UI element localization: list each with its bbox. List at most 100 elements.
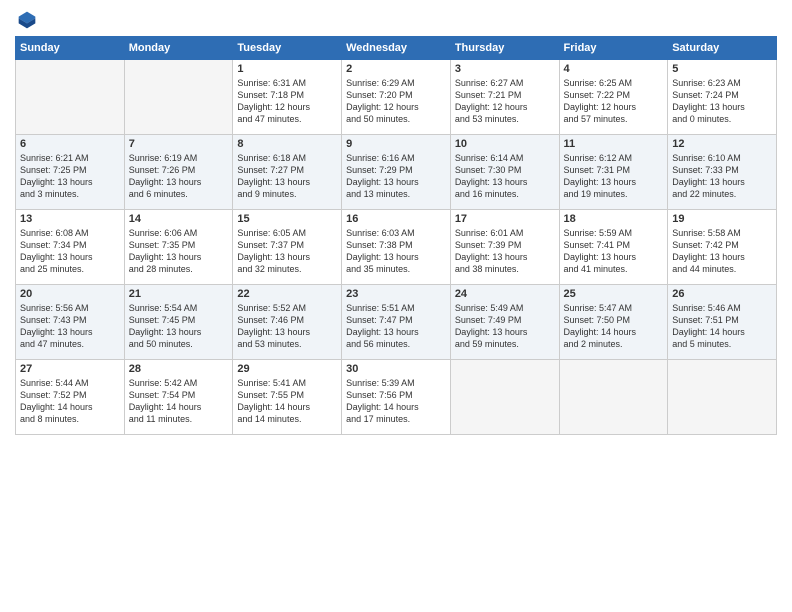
day-number: 11 (564, 138, 664, 150)
day-number: 14 (129, 213, 229, 225)
day-info: Sunrise: 6:08 AMSunset: 7:34 PMDaylight:… (20, 227, 120, 276)
day-info: Sunrise: 6:25 AMSunset: 7:22 PMDaylight:… (564, 77, 664, 126)
calendar-cell: 2 Sunrise: 6:29 AMSunset: 7:20 PMDaylight… (342, 60, 451, 135)
day-number: 7 (129, 138, 229, 150)
calendar-cell: 23Sunrise: 5:51 AMSunset: 7:47 PMDayligh… (342, 285, 451, 360)
day-info: Sunrise: 6:21 AMSunset: 7:25 PMDaylight:… (20, 152, 120, 201)
calendar-week-3: 13 Sunrise: 6:08 AMSunset: 7:34 PMDayligh… (16, 210, 777, 285)
day-info: Sunrise: 5:39 AMSunset: 7:56 PMDaylight:… (346, 377, 446, 426)
day-number: 28 (129, 363, 229, 375)
day-number: 24 (455, 288, 555, 300)
calendar-cell: 13 Sunrise: 6:08 AMSunset: 7:34 PMDayligh… (16, 210, 125, 285)
day-number: 6 (20, 138, 120, 150)
day-info: Sunrise: 5:52 AMSunset: 7:46 PMDaylight:… (237, 302, 337, 351)
day-info: Sunrise: 5:56 AMSunset: 7:43 PMDaylight:… (20, 302, 120, 351)
calendar-cell: 19 Sunrise: 5:58 AMSunset: 7:42 PMDayligh… (668, 210, 777, 285)
day-info: Sunrise: 6:01 AMSunset: 7:39 PMDaylight:… (455, 227, 555, 276)
day-number: 12 (672, 138, 772, 150)
weekday-header-row: SundayMondayTuesdayWednesdayThursdayFrid… (16, 37, 777, 60)
day-info: Sunrise: 5:51 AMSunset: 7:47 PMDaylight:… (346, 302, 446, 351)
day-number: 15 (237, 213, 337, 225)
day-number: 21 (129, 288, 229, 300)
day-info: Sunrise: 5:54 AMSunset: 7:45 PMDaylight:… (129, 302, 229, 351)
day-info: Sunrise: 5:49 AMSunset: 7:49 PMDaylight:… (455, 302, 555, 351)
day-info: Sunrise: 6:19 AMSunset: 7:26 PMDaylight:… (129, 152, 229, 201)
day-number: 18 (564, 213, 664, 225)
calendar-cell: 6 Sunrise: 6:21 AMSunset: 7:25 PMDaylight… (16, 135, 125, 210)
day-info: Sunrise: 5:46 AMSunset: 7:51 PMDaylight:… (672, 302, 772, 351)
header (15, 10, 777, 28)
day-number: 5 (672, 63, 772, 75)
weekday-header-saturday: Saturday (668, 37, 777, 60)
day-number: 16 (346, 213, 446, 225)
calendar-cell: 14 Sunrise: 6:06 AMSunset: 7:35 PMDayligh… (124, 210, 233, 285)
day-number: 4 (564, 63, 664, 75)
day-info: Sunrise: 6:05 AMSunset: 7:37 PMDaylight:… (237, 227, 337, 276)
calendar-cell: 9 Sunrise: 6:16 AMSunset: 7:29 PMDaylight… (342, 135, 451, 210)
calendar-week-2: 6 Sunrise: 6:21 AMSunset: 7:25 PMDaylight… (16, 135, 777, 210)
calendar-cell (559, 360, 668, 435)
calendar-cell: 8 Sunrise: 6:18 AMSunset: 7:27 PMDaylight… (233, 135, 342, 210)
calendar-cell: 1 Sunrise: 6:31 AMSunset: 7:18 PMDaylight… (233, 60, 342, 135)
page: SundayMondayTuesdayWednesdayThursdayFrid… (0, 0, 792, 612)
day-info: Sunrise: 6:12 AMSunset: 7:31 PMDaylight:… (564, 152, 664, 201)
day-number: 9 (346, 138, 446, 150)
day-number: 8 (237, 138, 337, 150)
day-info: Sunrise: 5:58 AMSunset: 7:42 PMDaylight:… (672, 227, 772, 276)
day-info: Sunrise: 5:44 AMSunset: 7:52 PMDaylight:… (20, 377, 120, 426)
calendar-week-4: 20 Sunrise: 5:56 AMSunset: 7:43 PMDayligh… (16, 285, 777, 360)
day-info: Sunrise: 5:41 AMSunset: 7:55 PMDaylight:… (237, 377, 337, 426)
day-number: 19 (672, 213, 772, 225)
day-info: Sunrise: 6:06 AMSunset: 7:35 PMDaylight:… (129, 227, 229, 276)
day-number: 13 (20, 213, 120, 225)
day-info: Sunrise: 5:47 AMSunset: 7:50 PMDaylight:… (564, 302, 664, 351)
calendar-cell: 3 Sunrise: 6:27 AMSunset: 7:21 PMDaylight… (450, 60, 559, 135)
day-info: Sunrise: 6:03 AMSunset: 7:38 PMDaylight:… (346, 227, 446, 276)
day-number: 27 (20, 363, 120, 375)
day-number: 25 (564, 288, 664, 300)
day-number: 10 (455, 138, 555, 150)
logo-icon (17, 10, 37, 30)
calendar-cell: 4 Sunrise: 6:25 AMSunset: 7:22 PMDaylight… (559, 60, 668, 135)
day-number: 29 (237, 363, 337, 375)
day-info: Sunrise: 5:42 AMSunset: 7:54 PMDaylight:… (129, 377, 229, 426)
day-number: 2 (346, 63, 446, 75)
calendar-cell: 17Sunrise: 6:01 AMSunset: 7:39 PMDayligh… (450, 210, 559, 285)
weekday-header-sunday: Sunday (16, 37, 125, 60)
calendar-cell: 16 Sunrise: 6:03 AMSunset: 7:38 PMDayligh… (342, 210, 451, 285)
calendar-cell: 20 Sunrise: 5:56 AMSunset: 7:43 PMDayligh… (16, 285, 125, 360)
calendar-cell: 28 Sunrise: 5:42 AMSunset: 7:54 PMDayligh… (124, 360, 233, 435)
calendar-cell: 26Sunrise: 5:46 AMSunset: 7:51 PMDayligh… (668, 285, 777, 360)
day-info: Sunrise: 6:16 AMSunset: 7:29 PMDaylight:… (346, 152, 446, 201)
calendar-cell: 25 Sunrise: 5:47 AMSunset: 7:50 PMDayligh… (559, 285, 668, 360)
weekday-header-wednesday: Wednesday (342, 37, 451, 60)
day-info: Sunrise: 6:18 AMSunset: 7:27 PMDaylight:… (237, 152, 337, 201)
calendar-cell: 22Sunrise: 5:52 AMSunset: 7:46 PMDayligh… (233, 285, 342, 360)
day-info: Sunrise: 6:14 AMSunset: 7:30 PMDaylight:… (455, 152, 555, 201)
day-info: Sunrise: 6:31 AMSunset: 7:18 PMDaylight:… (237, 77, 337, 126)
calendar-cell: 21 Sunrise: 5:54 AMSunset: 7:45 PMDayligh… (124, 285, 233, 360)
calendar-cell: 11 Sunrise: 6:12 AMSunset: 7:31 PMDayligh… (559, 135, 668, 210)
calendar-table: SundayMondayTuesdayWednesdayThursdayFrid… (15, 36, 777, 435)
calendar-cell: 30 Sunrise: 5:39 AMSunset: 7:56 PMDayligh… (342, 360, 451, 435)
day-number: 1 (237, 63, 337, 75)
calendar-week-1: 1 Sunrise: 6:31 AMSunset: 7:18 PMDaylight… (16, 60, 777, 135)
day-info: Sunrise: 6:29 AMSunset: 7:20 PMDaylight:… (346, 77, 446, 126)
day-number: 30 (346, 363, 446, 375)
day-number: 20 (20, 288, 120, 300)
day-info: Sunrise: 6:23 AMSunset: 7:24 PMDaylight:… (672, 77, 772, 126)
weekday-header-thursday: Thursday (450, 37, 559, 60)
weekday-header-tuesday: Tuesday (233, 37, 342, 60)
calendar-cell: 12Sunrise: 6:10 AMSunset: 7:33 PMDayligh… (668, 135, 777, 210)
day-info: Sunrise: 5:59 AMSunset: 7:41 PMDaylight:… (564, 227, 664, 276)
calendar-cell (124, 60, 233, 135)
weekday-header-friday: Friday (559, 37, 668, 60)
day-number: 3 (455, 63, 555, 75)
calendar-cell: 29 Sunrise: 5:41 AMSunset: 7:55 PMDayligh… (233, 360, 342, 435)
logo (15, 10, 37, 28)
calendar-cell: 7 Sunrise: 6:19 AMSunset: 7:26 PMDaylight… (124, 135, 233, 210)
calendar-week-5: 27 Sunrise: 5:44 AMSunset: 7:52 PMDayligh… (16, 360, 777, 435)
calendar-cell: 15 Sunrise: 6:05 AMSunset: 7:37 PMDayligh… (233, 210, 342, 285)
calendar-cell (450, 360, 559, 435)
day-info: Sunrise: 6:27 AMSunset: 7:21 PMDaylight:… (455, 77, 555, 126)
